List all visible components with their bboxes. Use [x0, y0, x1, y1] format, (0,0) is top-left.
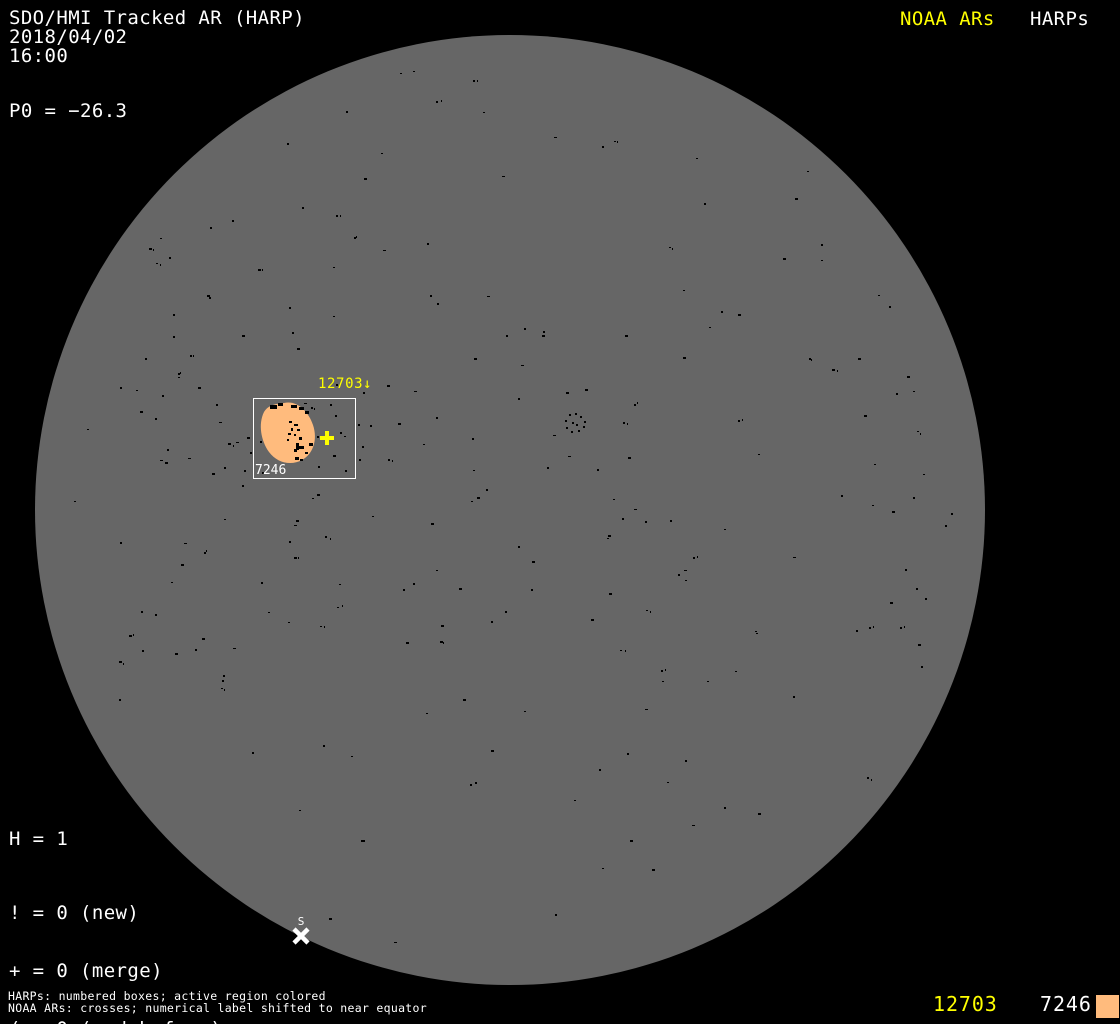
harp-count-readout: H = 1 — [9, 830, 68, 849]
south-pole-label: S — [298, 915, 305, 928]
footer-harp-id: 7246 — [1040, 994, 1092, 1014]
solar-disk — [35, 35, 985, 985]
active-region-color-swatch — [1096, 995, 1119, 1018]
counter-pad-before: ( = 0 (pad before) — [9, 1020, 234, 1024]
observation-time: 16:00 — [9, 47, 68, 66]
counter-merge: + = 0 (merge) — [9, 962, 234, 981]
footnote-noaa: NOAA ARs: crosses; numerical label shift… — [8, 1003, 427, 1014]
legend-harps-label: HARPs — [1030, 10, 1089, 29]
p0-angle-readout: P0 = −26.3 — [9, 102, 127, 121]
legend-noaa-ars-label: NOAA ARs — [900, 10, 995, 29]
footnote-harps: HARPs: numbered boxes; active region col… — [8, 991, 326, 1002]
harp-box-number: 7246 — [255, 463, 286, 478]
footer-noaa-id: 12703 — [933, 994, 998, 1014]
noaa-ar-label: 12703↓ — [318, 376, 372, 392]
counter-new: ! = 0 (new) — [9, 904, 234, 923]
harp-plot-window: 7246 12703↓ S SDO/HMI Tracked AR (HARP) … — [0, 0, 1120, 1024]
